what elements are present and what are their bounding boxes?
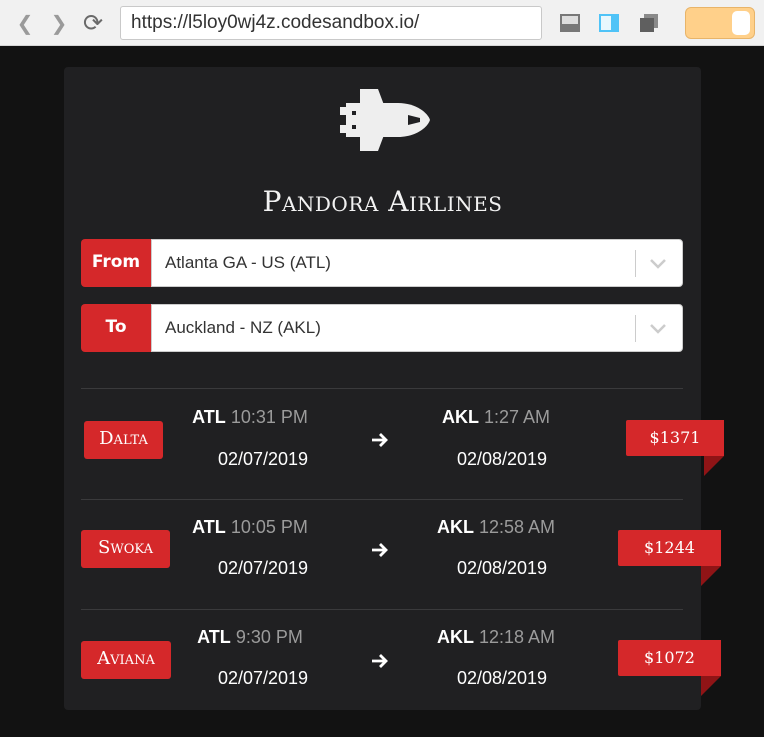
arrow-right-icon <box>372 433 388 447</box>
space-shuttle-icon <box>340 89 430 151</box>
flight-row[interactable]: Dalta ATL 10:31 PM 02/07/2019 AKL 1:27 A… <box>64 389 724 499</box>
price-ribbon-fold <box>704 456 724 476</box>
select-separator <box>635 315 636 342</box>
arrow-right-icon <box>372 543 388 557</box>
arrival-time: 12:58 AM <box>478 517 556 537</box>
arrival-code: AKL <box>436 517 474 537</box>
price-tag[interactable]: $1371 <box>626 420 724 456</box>
browser-toolbar: ❮ ❯ ⟳ https://l5loy0wj4z.codesandbox.io/ <box>0 0 764 46</box>
from-select[interactable]: Atlanta GA - US (ATL) <box>151 239 683 287</box>
to-select[interactable]: Auckland - NZ (AKL) <box>151 304 683 352</box>
departure-code: ATL <box>197 627 231 647</box>
flight-row[interactable]: Aviana ATL 9:30 PM 02/07/2019 AKL 12:18 … <box>64 610 721 720</box>
address-bar[interactable]: https://l5loy0wj4z.codesandbox.io/ <box>120 6 542 40</box>
arrival: AKL 12:58 AM <box>416 517 576 538</box>
arrival-code: AKL <box>436 627 474 647</box>
theme-toggle[interactable] <box>685 7 755 39</box>
chevron-down-icon[interactable] <box>646 316 670 340</box>
departure: ATL 10:31 PM <box>170 407 330 428</box>
departure-time: 10:05 PM <box>230 517 308 537</box>
arrival: AKL 12:18 AM <box>416 627 576 648</box>
from-select-value: Atlanta GA - US (ATL) <box>165 253 331 272</box>
price-tag[interactable]: $1072 <box>618 640 721 676</box>
from-label: From <box>81 239 151 287</box>
arrival-date: 02/08/2019 <box>456 449 548 469</box>
arrow-right-icon <box>372 654 388 668</box>
flight-row[interactable]: Swoka ATL 10:05 PM 02/07/2019 AKL 12:58 … <box>64 500 721 610</box>
departure: ATL 10:05 PM <box>170 517 330 538</box>
carrier-badge: Swoka <box>81 530 170 568</box>
arrival-date: 02/08/2019 <box>456 558 548 578</box>
departure-code: ATL <box>192 407 226 427</box>
back-icon[interactable]: ❮ <box>14 12 36 34</box>
window-icon[interactable] <box>559 12 581 34</box>
copy-icon[interactable] <box>638 12 660 34</box>
to-field: To Auckland - NZ (AKL) <box>81 304 683 352</box>
to-select-value: Auckland - NZ (AKL) <box>165 318 321 337</box>
from-field: From Atlanta GA - US (ATL) <box>81 239 683 287</box>
forward-icon[interactable]: ❯ <box>48 12 70 34</box>
select-separator <box>635 250 636 277</box>
arrival: AKL 1:27 AM <box>416 407 576 428</box>
price-ribbon-fold <box>701 676 721 696</box>
price-tag[interactable]: $1244 <box>618 530 721 566</box>
carrier-badge: Dalta <box>84 421 163 459</box>
page-title: Pandora Airlines <box>262 185 503 218</box>
departure-code: ATL <box>192 517 226 537</box>
departure-date: 02/07/2019 <box>217 668 309 688</box>
to-label: To <box>81 304 151 352</box>
reload-icon[interactable]: ⟳ <box>82 11 104 35</box>
departure: ATL 9:30 PM <box>170 627 330 648</box>
carrier-badge: Aviana <box>81 641 171 679</box>
arrival-time: 12:18 AM <box>478 627 556 647</box>
arrival-time: 1:27 AM <box>483 407 551 427</box>
price-ribbon-fold <box>701 566 721 586</box>
toggle-knob <box>732 11 750 35</box>
departure-time: 10:31 PM <box>230 407 308 427</box>
departure-date: 02/07/2019 <box>217 449 309 469</box>
departure-date: 02/07/2019 <box>217 558 309 578</box>
arrival-code: AKL <box>441 407 479 427</box>
flight-search-card: Pandora Airlines From Atlanta GA - US (A… <box>64 67 724 710</box>
departure-time: 9:30 PM <box>235 627 303 647</box>
panel-icon[interactable] <box>598 12 620 34</box>
arrival-date: 02/08/2019 <box>456 668 548 688</box>
chevron-down-icon[interactable] <box>646 251 670 275</box>
